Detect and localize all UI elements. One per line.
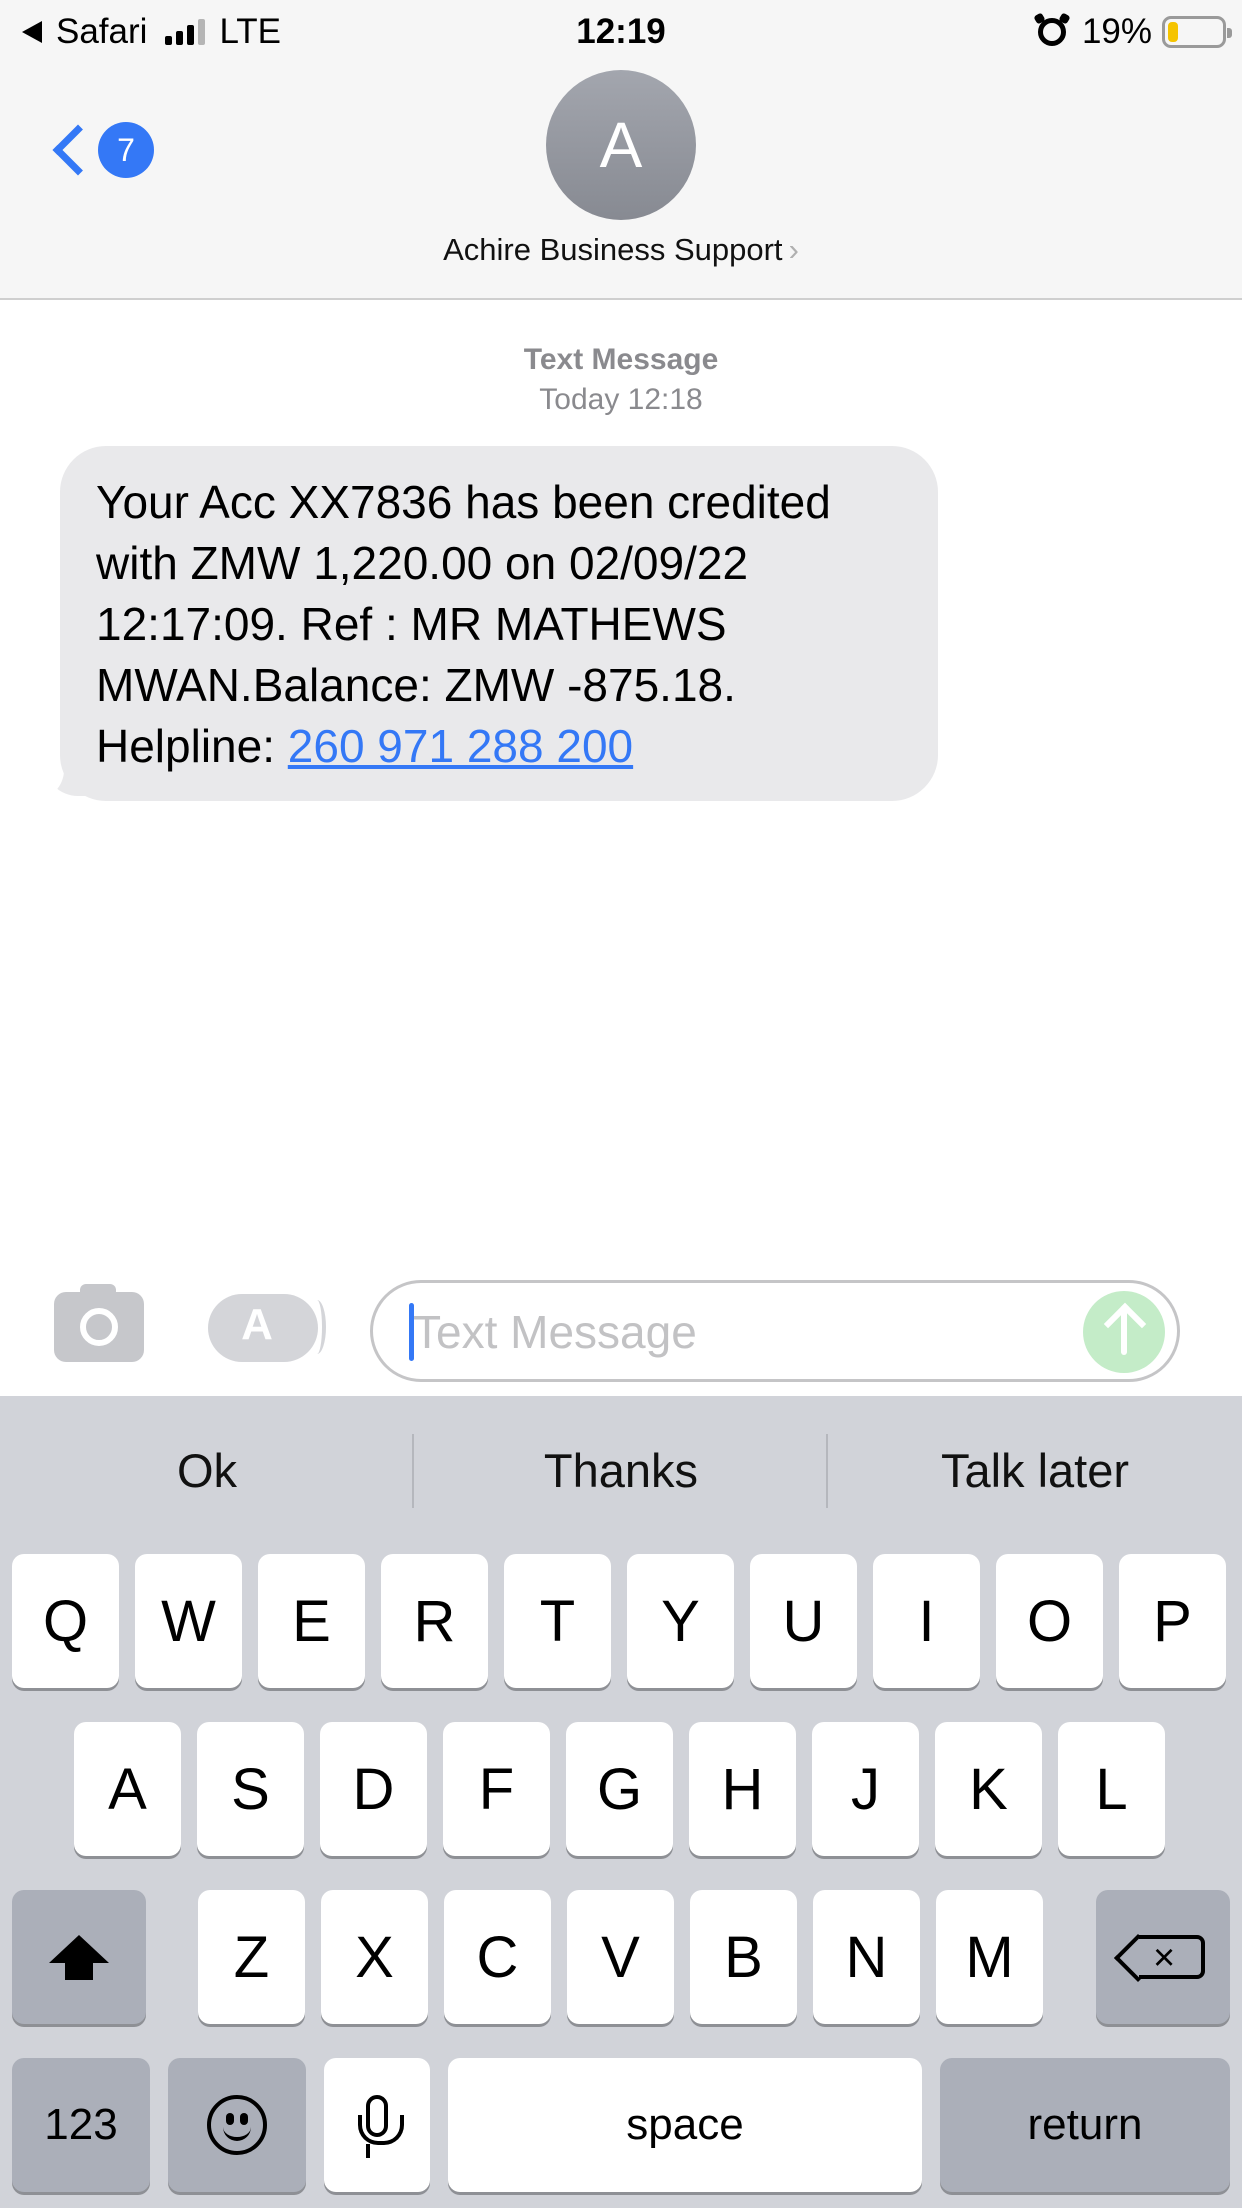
shift-key[interactable] <box>12 1890 146 2024</box>
keyboard: Ok Thanks Talk later QWERTYUIOP ASDFGHJKL… <box>0 1396 1242 2208</box>
send-arrow-icon <box>1121 1309 1127 1355</box>
suggestion-thanks[interactable]: Thanks <box>414 1396 828 1546</box>
battery-percent: 19% <box>1081 12 1152 51</box>
conversation-header: 7 A Achire Business Support › <box>0 62 1242 300</box>
key-y[interactable]: Y <box>627 1554 734 1688</box>
send-button[interactable] <box>1083 1291 1165 1373</box>
suggestion-ok[interactable]: Ok <box>0 1396 414 1546</box>
compose-bar: A Text Message <box>0 1262 1242 1396</box>
message-meta: Text Message Today 12:18 <box>0 340 1242 420</box>
key-q[interactable]: Q <box>12 1554 119 1688</box>
key-h[interactable]: H <box>689 1722 796 1856</box>
numbers-key[interactable]: 123 <box>12 2058 150 2192</box>
key-m[interactable]: M <box>936 1890 1043 2024</box>
key-s[interactable]: S <box>197 1722 304 1856</box>
camera-lens <box>80 1308 118 1346</box>
app-store-glyph: A <box>241 1300 273 1349</box>
key-j[interactable]: J <box>812 1722 919 1856</box>
key-n[interactable]: N <box>813 1890 920 2024</box>
return-key[interactable]: return <box>940 2058 1230 2192</box>
message-kind: Text Message <box>523 343 719 376</box>
dictation-key[interactable] <box>324 2058 430 2192</box>
app-store-icon[interactable]: A <box>208 1294 326 1362</box>
key-c[interactable]: C <box>444 1890 551 2024</box>
back-button[interactable]: 7 <box>46 112 154 188</box>
helpline-phone-link[interactable]: 260 971 288 200 <box>288 720 633 772</box>
key-u[interactable]: U <box>750 1554 857 1688</box>
back-chevron-icon <box>52 124 104 176</box>
unread-badge: 7 <box>98 122 154 178</box>
contact-avatar[interactable]: A <box>546 70 696 220</box>
microphone-icon <box>358 2095 404 2145</box>
status-right: 19% <box>1037 12 1232 52</box>
key-e[interactable]: E <box>258 1554 365 1688</box>
battery-icon <box>1162 16 1232 48</box>
key-r[interactable]: R <box>381 1554 488 1688</box>
message-input[interactable]: Text Message <box>370 1280 1180 1382</box>
emoji-key[interactable] <box>168 2058 306 2192</box>
status-bar: Safari LTE 12:19 19% <box>0 0 1242 62</box>
contact-name-button[interactable]: Achire Business Support › <box>0 232 1242 268</box>
key-t[interactable]: T <box>504 1554 611 1688</box>
contact-name: Achire Business Support <box>443 232 783 267</box>
key-l[interactable]: L <box>1058 1722 1165 1856</box>
chevron-right-icon: › <box>788 232 799 267</box>
predictive-bar: Ok Thanks Talk later <box>0 1396 1242 1546</box>
bubble-tail-mask <box>28 740 64 800</box>
key-g[interactable]: G <box>566 1722 673 1856</box>
shift-icon <box>49 1935 109 1980</box>
incoming-message-bubble[interactable]: Your Acc XX7836 has been credited with Z… <box>60 446 938 801</box>
alarm-icon <box>1037 18 1066 46</box>
key-f[interactable]: F <box>443 1722 550 1856</box>
delete-icon: × <box>1139 1935 1205 1979</box>
key-a[interactable]: A <box>74 1722 181 1856</box>
message-timestamp: Today 12:18 <box>539 383 703 416</box>
space-key[interactable]: space <box>448 2058 922 2192</box>
key-w[interactable]: W <box>135 1554 242 1688</box>
message-placeholder: Text Message <box>413 1306 697 1358</box>
delete-key[interactable]: × <box>1096 1890 1230 2024</box>
key-b[interactable]: B <box>690 1890 797 2024</box>
key-x[interactable]: X <box>321 1890 428 2024</box>
key-i[interactable]: I <box>873 1554 980 1688</box>
key-o[interactable]: O <box>996 1554 1103 1688</box>
key-d[interactable]: D <box>320 1722 427 1856</box>
camera-icon[interactable] <box>54 1284 144 1362</box>
emoji-icon <box>207 2095 267 2155</box>
key-z[interactable]: Z <box>198 1890 305 2024</box>
key-p[interactable]: P <box>1119 1554 1226 1688</box>
battery-level <box>1168 22 1178 42</box>
key-k[interactable]: K <box>935 1722 1042 1856</box>
key-v[interactable]: V <box>567 1890 674 2024</box>
suggestion-talk-later[interactable]: Talk later <box>828 1396 1242 1546</box>
